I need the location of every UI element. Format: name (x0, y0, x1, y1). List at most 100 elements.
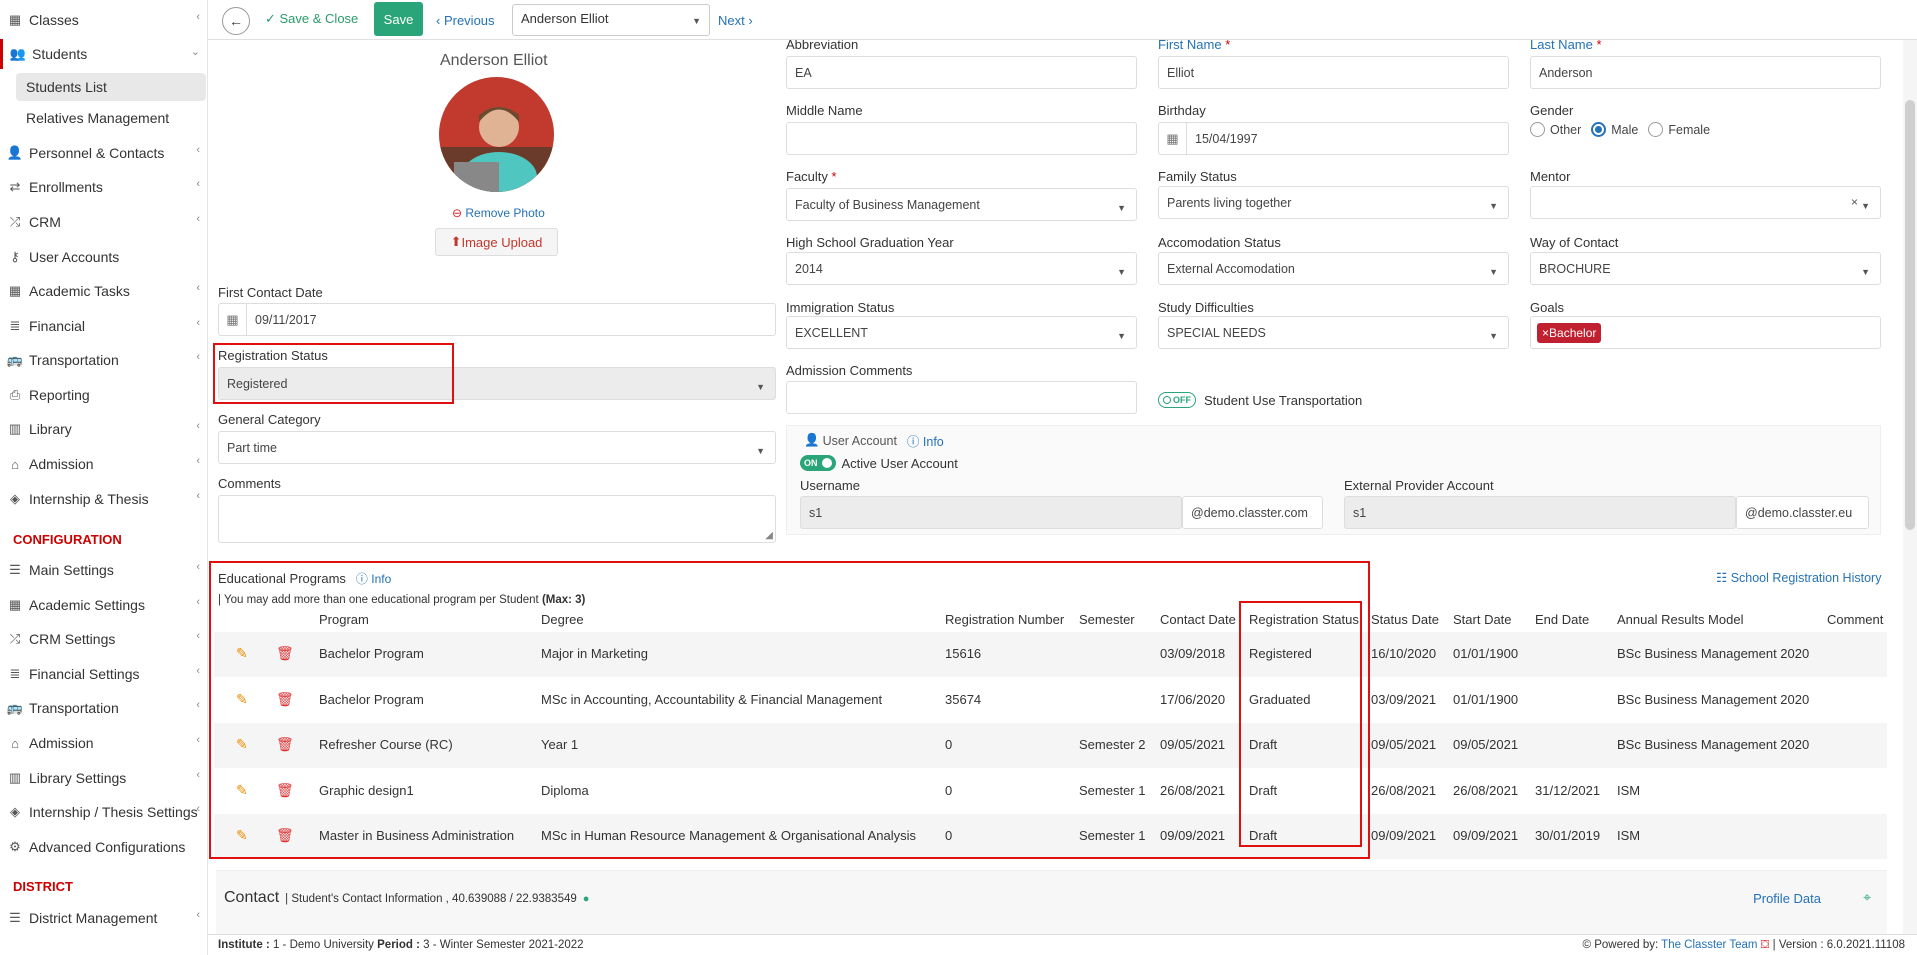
transportation-toggle[interactable]: OFF (1158, 392, 1196, 408)
username-field[interactable]: s1 (800, 496, 1182, 529)
sidebar-item-enrollments[interactable]: ⇄ Enrollments ‹ (0, 172, 208, 202)
column-header-start-date[interactable]: Start Date (1453, 612, 1512, 627)
info-link[interactable]: ⓘ Info (907, 431, 944, 450)
sidebar-item-internship-thesis-settings[interactable]: ◈ Internship / Thesis Settings ‹ (0, 797, 208, 827)
school-registration-history-link[interactable]: ☷ School Registration History (1716, 570, 1881, 585)
abbreviation-field[interactable]: EA (786, 56, 1137, 89)
family-status-select[interactable]: Parents living together ▼ (1158, 186, 1509, 219)
sidebar-item-financial[interactable]: ≣ Financial ‹ (0, 311, 208, 341)
radio-button[interactable] (1530, 122, 1545, 137)
sidebar-item-academic-settings[interactable]: ▦ Academic Settings ‹ (0, 590, 208, 620)
column-header-registration-number[interactable]: Registration Number (945, 612, 1064, 627)
column-header-semester[interactable]: Semester (1079, 612, 1135, 627)
middle-name-field[interactable] (786, 122, 1137, 155)
last-name-field[interactable]: Anderson (1530, 56, 1881, 89)
sidebar-item-library[interactable]: ▥ Library ‹ (0, 414, 208, 444)
radio-button[interactable] (1648, 122, 1664, 137)
save-close-button[interactable]: ✓ Save & Close (265, 11, 358, 27)
registration-status-select[interactable]: Registered ▼ (218, 367, 776, 400)
column-header-status-date[interactable]: Status Date (1371, 612, 1439, 627)
column-header-comment[interactable]: Comment (1827, 612, 1883, 627)
classter-team-link[interactable]: The Classter Team (1661, 939, 1757, 951)
sidebar-item-main-settings[interactable]: ☰ Main Settings ‹ (0, 555, 208, 585)
table-row[interactable]: ✎ 🗑 Graphic design1 Diploma 0 Semester 1 26/08… (214, 769, 1887, 814)
back-button[interactable]: ← (222, 7, 250, 35)
resize-handle-icon[interactable]: ◢ (765, 530, 773, 541)
way-of-contact-select[interactable]: BROCHURE ▼ (1530, 252, 1881, 285)
sidebar-item-admission[interactable]: ⌂ Admission ‹ (0, 449, 208, 479)
goals-field[interactable]: × Bachelor (1530, 316, 1881, 349)
column-header-end-date[interactable]: End Date (1535, 612, 1589, 627)
save-button[interactable]: Save (374, 2, 423, 36)
image-upload-button[interactable]: ⬆ Image Upload (435, 228, 558, 256)
sidebar-item-crm-settings[interactable]: ⤮ CRM Settings ‹ (0, 624, 208, 654)
edit-pencil-icon[interactable]: ✎ (236, 827, 248, 844)
profile-data-link[interactable]: Profile Data (1753, 891, 1821, 906)
sidebar-item-financial-settings[interactable]: ≣ Financial Settings ‹ (0, 659, 208, 689)
sidebar-item-transportation-settings[interactable]: 🚌 Transportation ‹ (0, 693, 208, 723)
column-header-degree[interactable]: Degree (541, 612, 584, 627)
comments-textarea[interactable]: ◢ (218, 495, 776, 543)
programs-info-link[interactable]: ⓘ Info (356, 570, 391, 587)
sidebar-item-relatives-management[interactable]: Relatives Management (16, 104, 206, 132)
first-contact-date-field[interactable]: ▦ 09/11/2017 (218, 303, 776, 336)
column-header-program[interactable]: Program (319, 612, 369, 627)
table-row[interactable]: ✎ 🗑 Refresher Course (RC) Year 1 0 Semester 2… (214, 723, 1887, 768)
external-provider-field[interactable]: s1 (1344, 496, 1736, 529)
edit-pencil-icon[interactable]: ✎ (236, 782, 248, 799)
scrollbar-thumb[interactable] (1905, 100, 1915, 530)
delete-trash-icon[interactable]: 🗑 (276, 645, 294, 662)
map-pin-icon[interactable]: ● (583, 893, 590, 905)
student-select[interactable]: Anderson Elliot ▼ (512, 4, 710, 36)
map-icon[interactable]: ⌖ (1863, 889, 1871, 906)
first-name-field[interactable]: Elliot (1158, 56, 1509, 89)
sidebar-item-reporting[interactable]: ⎙ Reporting (0, 380, 208, 410)
accomodation-status-select[interactable]: External Accomodation ▼ (1158, 252, 1509, 285)
delete-trash-icon[interactable]: 🗑 (276, 827, 294, 844)
previous-button[interactable]: ‹ Previous (436, 13, 495, 28)
sidebar-item-admission-settings[interactable]: ⌂ Admission ‹ (0, 728, 208, 758)
edit-pencil-icon[interactable]: ✎ (236, 691, 248, 708)
sidebar-item-students[interactable]: 👥 Students ⌄ (0, 39, 208, 69)
remove-photo-link[interactable]: ⊖ Remove Photo (452, 206, 545, 220)
sidebar-item-crm[interactable]: ⤮ CRM ‹ (0, 207, 208, 237)
goal-tag[interactable]: × Bachelor (1537, 322, 1602, 343)
birthday-field[interactable]: ▦ 15/04/1997 (1158, 122, 1509, 155)
sidebar-item-students-list[interactable]: Students List (16, 73, 206, 101)
sidebar-item-user-accounts[interactable]: ⚷ User Accounts (0, 242, 208, 272)
table-row[interactable]: ✎ 🗑 Bachelor Program MSc in Accounting, Acc… (214, 678, 1887, 723)
study-difficulties-select[interactable]: SPECIAL NEEDS ▼ (1158, 316, 1509, 349)
table-row[interactable]: ✎ 🗑 Master in Business Administration MSc i… (214, 814, 1887, 859)
edit-pencil-icon[interactable]: ✎ (236, 736, 248, 753)
gender-option-other[interactable]: Other (1530, 122, 1581, 137)
gender-option-male[interactable]: Male (1591, 122, 1638, 137)
radio-button-selected[interactable] (1591, 122, 1607, 137)
active-account-toggle[interactable]: ON (800, 455, 836, 471)
sidebar-item-advanced-configurations[interactable]: ⚙ Advanced Configurations (0, 832, 208, 862)
admission-comments-field[interactable] (786, 381, 1137, 414)
mentor-select[interactable]: × ▼ (1530, 186, 1881, 219)
next-button[interactable]: Next › (718, 13, 753, 28)
gender-option-female[interactable]: Female (1648, 122, 1710, 137)
scrollbar[interactable] (1903, 40, 1917, 934)
sidebar-item-personnel[interactable]: 👤 Personnel & Contacts ‹ (0, 138, 208, 168)
column-header-contact-date[interactable]: Contact Date (1160, 612, 1236, 627)
sidebar-item-district-management[interactable]: ☰ District Management ‹ (0, 903, 208, 933)
faculty-select[interactable]: Faculty of Business Management ▼ (786, 188, 1137, 221)
edit-pencil-icon[interactable]: ✎ (236, 645, 248, 662)
table-row[interactable]: ✎ 🗑 Bachelor Program Major in Marketing 1561… (214, 632, 1887, 677)
sidebar-item-internship-thesis[interactable]: ◈ Internship & Thesis ‹ (0, 484, 208, 514)
delete-trash-icon[interactable]: 🗑 (276, 691, 294, 708)
remove-tag-icon[interactable]: × (1542, 326, 1549, 340)
sidebar-item-transportation[interactable]: 🚌 Transportation ‹ (0, 345, 208, 375)
sidebar-item-classes[interactable]: ▦ Classes ‹ (0, 5, 208, 35)
immigration-status-select[interactable]: EXCELLENT ▼ (786, 316, 1137, 349)
general-category-select[interactable]: Part time ▼ (218, 431, 776, 464)
delete-trash-icon[interactable]: 🗑 (276, 736, 294, 753)
sidebar-item-library-settings[interactable]: ▥ Library Settings ‹ (0, 763, 208, 793)
clear-icon[interactable]: × (1851, 195, 1858, 209)
column-header-annual-results-model[interactable]: Annual Results Model (1617, 612, 1743, 627)
column-header-registration-status[interactable]: Registration Status (1249, 612, 1359, 627)
hs-graduation-select[interactable]: 2014 ▼ (786, 252, 1137, 285)
sidebar-item-academic-tasks[interactable]: ▦ Academic Tasks ‹ (0, 276, 208, 306)
